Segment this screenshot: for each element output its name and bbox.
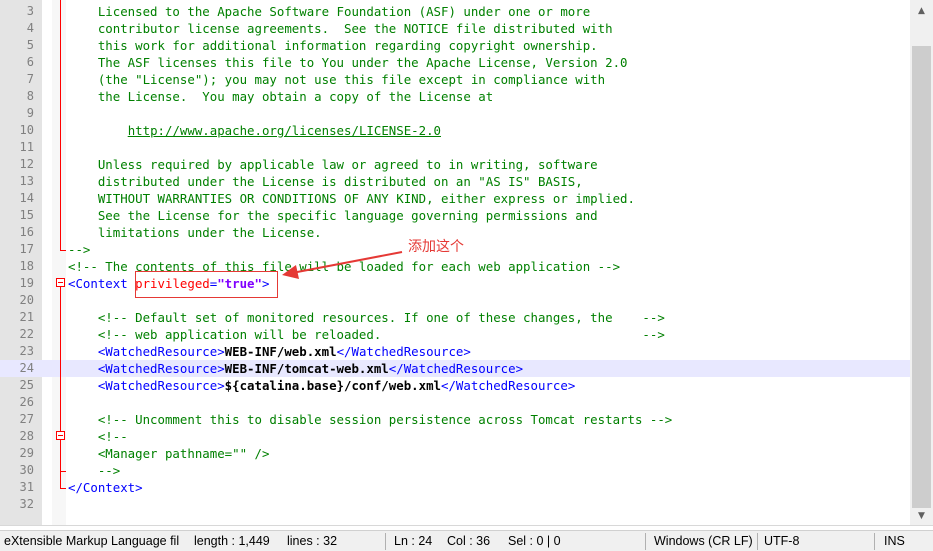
- scroll-down-icon[interactable]: ▼: [910, 507, 933, 525]
- status-lines: lines : 32: [287, 534, 338, 548]
- status-filetype: eXtensible Markup Language fil: [4, 534, 180, 548]
- vertical-scrollbar[interactable]: ▲ ▼: [910, 0, 933, 525]
- editor-bottom-border: [0, 525, 933, 526]
- line-number: 24: [19, 361, 34, 375]
- status-insert-mode: INS: [884, 534, 905, 548]
- fold-line-context: [60, 287, 61, 488]
- code-line[interactable]: 32: [0, 496, 910, 513]
- code-text: </Context>: [68, 480, 143, 495]
- status-separator: [874, 533, 875, 550]
- status-length: length : 1,449: [194, 534, 270, 548]
- code-line[interactable]: 28 <!--: [0, 428, 910, 445]
- code-line[interactable]: 21 <!-- Default set of monitored resourc…: [0, 309, 910, 326]
- line-number: 32: [19, 497, 34, 511]
- status-column: Col : 36: [447, 534, 491, 548]
- code-text: <WatchedResource>WEB-INF/web.xml</Watche…: [68, 344, 471, 359]
- code-line[interactable]: 23 <WatchedResource>WEB-INF/web.xml</Wat…: [0, 343, 910, 360]
- status-selection: Sel : 0 | 0: [508, 534, 561, 548]
- fold-end-tick: [60, 488, 66, 489]
- code-line[interactable]: 22 <!-- web application will be reloaded…: [0, 326, 910, 343]
- line-number: 30: [19, 463, 34, 477]
- code-text: <!-- web application will be reloaded. -…: [68, 327, 665, 342]
- status-eol: Windows (CR LF): [654, 534, 753, 548]
- status-line-number: Ln : 24: [394, 534, 433, 548]
- code-text: -->: [68, 463, 121, 478]
- line-number: 27: [19, 412, 34, 426]
- code-text: <Manager pathname="" />: [68, 446, 270, 461]
- code-text: <!-- Default set of monitored resources.…: [68, 310, 665, 325]
- status-separator: [645, 533, 646, 550]
- code-line[interactable]: 31 </Context>: [0, 479, 910, 496]
- code-text: <WatchedResource>WEB-INF/tomcat-web.xml<…: [68, 361, 524, 376]
- code-text: <!-- Uncomment this to disable session p…: [68, 412, 673, 427]
- code-line[interactable]: 30 -->: [0, 462, 910, 479]
- code-line[interactable]: 27 <!-- Uncomment this to disable sessio…: [0, 411, 910, 428]
- code-line[interactable]: 26: [0, 394, 910, 411]
- line-number: 26: [19, 395, 34, 409]
- line-number: 22: [19, 327, 34, 341]
- line-number: 28: [19, 429, 34, 443]
- code-text: <WatchedResource>${catalina.base}/conf/w…: [68, 378, 576, 393]
- status-separator: [757, 533, 758, 550]
- fold-toggle-comment-icon[interactable]: [56, 431, 65, 440]
- code-editor[interactable]: 3 Licensed to the Apache Software Founda…: [0, 0, 910, 525]
- line-number: 23: [19, 344, 34, 358]
- code-line[interactable]: 24 <WatchedResource>WEB-INF/tomcat-web.x…: [0, 360, 910, 377]
- code-line[interactable]: 25 <WatchedResource>${catalina.base}/con…: [0, 377, 910, 394]
- code-line[interactable]: 29 <Manager pathname="" />: [0, 445, 910, 462]
- fold-end-tick: [60, 471, 66, 472]
- line-number: 29: [19, 446, 34, 460]
- status-encoding: UTF-8: [764, 534, 800, 548]
- code-text: <!--: [68, 429, 128, 444]
- line-number: 31: [19, 480, 34, 494]
- line-number: 25: [19, 378, 34, 392]
- status-separator: [385, 533, 386, 550]
- status-bar: eXtensible Markup Language fil length : …: [0, 530, 933, 551]
- line-number: 21: [19, 310, 34, 324]
- scroll-thumb[interactable]: [912, 46, 931, 508]
- scroll-up-icon[interactable]: ▲: [910, 2, 933, 20]
- annotation-label: 添加这个: [408, 239, 464, 255]
